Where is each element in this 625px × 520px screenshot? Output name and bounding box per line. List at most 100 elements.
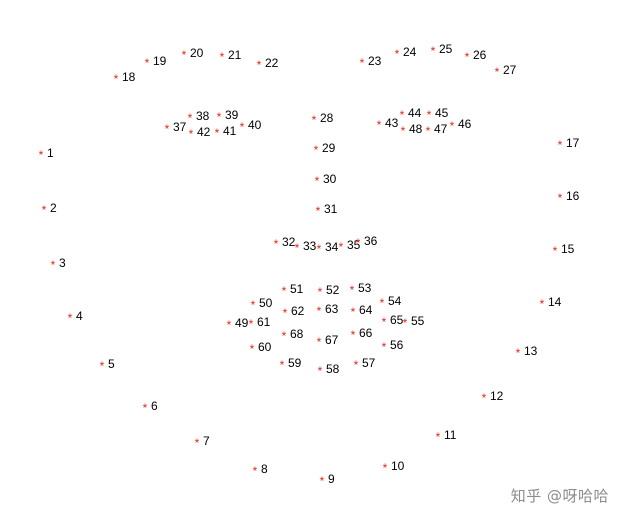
landmark-22: * 22 [257, 56, 279, 72]
landmark-marker: * [282, 329, 287, 343]
landmark-marker: * [558, 138, 563, 152]
landmark-11: * 11 [436, 428, 457, 444]
landmark-marker: * [558, 191, 563, 205]
landmark-label: 56 [390, 338, 404, 352]
landmark-label: 52 [326, 283, 340, 297]
landmark-57: * 57 [354, 356, 376, 372]
landmark-label: 53 [358, 281, 372, 295]
landmark-label: 64 [359, 303, 373, 317]
landmark-13: * 13 [516, 344, 538, 360]
landmark-label: 47 [434, 122, 448, 136]
landmark-25: * 25 [431, 42, 453, 58]
landmark-7: * 7 [195, 434, 210, 450]
landmark-label: 23 [368, 54, 382, 68]
landmark-21: * 21 [220, 48, 242, 64]
landmark-marker: * [553, 244, 558, 258]
landmark-33: * 33 [295, 239, 317, 255]
landmark-marker: * [320, 474, 325, 488]
landmark-56: * 56 [382, 338, 404, 354]
landmark-5: * 5 [100, 357, 115, 373]
landmark-marker: * [431, 44, 436, 58]
landmark-marker: * [380, 296, 385, 310]
landmark-label: 11 [444, 428, 457, 442]
landmark-64: * 64 [351, 303, 373, 319]
landmark-label: 41 [223, 124, 237, 138]
landmark-label: 58 [326, 362, 340, 376]
landmark-marker: * [39, 148, 44, 162]
landmark-marker: * [317, 242, 322, 256]
landmark-65: * 65 [382, 313, 404, 329]
landmark-label: 15 [561, 242, 575, 256]
landmark-17: * 17 [558, 136, 580, 152]
landmark-marker: * [189, 127, 194, 141]
landmark-8: * 8 [253, 462, 268, 478]
landmark-label: 67 [325, 333, 339, 347]
facial-landmark-diagram: * 1* 2* 3* 4* 5* 6* 7* 8* 9* 10* 11* 12* 13* 14* 15* 16*… [39, 42, 580, 488]
landmark-30: * 30 [315, 172, 337, 188]
landmark-marker: * [351, 305, 356, 319]
landmark-label: 30 [323, 172, 337, 186]
landmark-label: 19 [153, 54, 167, 68]
landmark-marker: * [220, 50, 225, 64]
landmark-32: * 32 [274, 235, 296, 251]
landmark-marker: * [403, 316, 408, 330]
landmark-43: * 43 [377, 116, 399, 132]
landmark-41: * 41 [215, 124, 237, 140]
landmark-label: 46 [458, 117, 472, 131]
landmark-marker: * [318, 364, 323, 378]
landmark-label: 17 [566, 136, 580, 150]
landmark-60: * 60 [250, 340, 272, 356]
landmark-61: * 61 [249, 315, 271, 331]
landmark-label: 9 [328, 472, 335, 486]
landmark-marker: * [188, 111, 193, 125]
landmark-marker: * [253, 464, 258, 478]
landmark-16: * 16 [558, 189, 580, 205]
landmark-marker: * [377, 118, 382, 132]
landmark-26: * 26 [465, 48, 487, 64]
landmark-marker: * [317, 304, 322, 318]
landmark-3: * 3 [51, 256, 66, 272]
landmark-label: 57 [362, 356, 376, 370]
landmark-marker: * [317, 335, 322, 349]
landmark-47: * 47 [426, 122, 448, 138]
landmark-14: * 14 [540, 295, 562, 311]
landmark-67: * 67 [317, 333, 339, 349]
landmark-marker: * [395, 47, 400, 61]
landmark-marker: * [249, 317, 254, 331]
landmark-marker: * [257, 58, 262, 72]
landmark-label: 12 [490, 389, 504, 403]
landmark-10: * 10 [383, 459, 405, 475]
landmark-marker: * [482, 391, 487, 405]
landmark-label: 54 [388, 294, 402, 308]
landmark-12: * 12 [482, 389, 504, 405]
landmark-marker: * [383, 461, 388, 475]
landmark-34: * 34 [317, 240, 339, 256]
landmark-marker: * [227, 318, 232, 332]
landmark-marker: * [495, 65, 500, 79]
landmark-marker: * [465, 50, 470, 64]
landmark-24: * 24 [395, 45, 417, 61]
landmark-label: 61 [257, 315, 271, 329]
landmark-label: 48 [409, 122, 423, 136]
landmark-marker: * [100, 359, 105, 373]
landmark-label: 66 [359, 326, 373, 340]
landmark-48: * 48 [401, 122, 423, 138]
landmark-marker: * [274, 237, 279, 251]
landmark-44: * 44 [400, 106, 422, 122]
landmark-marker: * [356, 236, 361, 250]
landmark-40: * 40 [240, 118, 262, 134]
landmark-label: 2 [50, 201, 57, 215]
landmark-label: 33 [303, 239, 317, 253]
landmark-label: 16 [566, 189, 580, 203]
landmark-marker: * [42, 203, 47, 217]
landmark-marker: * [114, 72, 119, 86]
landmark-label: 25 [439, 42, 453, 56]
landmark-49: * 49 [227, 316, 249, 332]
landmark-label: 28 [320, 111, 334, 125]
landmark-label: 10 [391, 459, 405, 473]
landmark-marker: * [427, 108, 432, 122]
landmark-label: 1 [47, 146, 54, 160]
landmark-marker: * [400, 108, 405, 122]
landmark-45: * 45 [427, 106, 449, 122]
landmark-label: 24 [403, 45, 417, 59]
